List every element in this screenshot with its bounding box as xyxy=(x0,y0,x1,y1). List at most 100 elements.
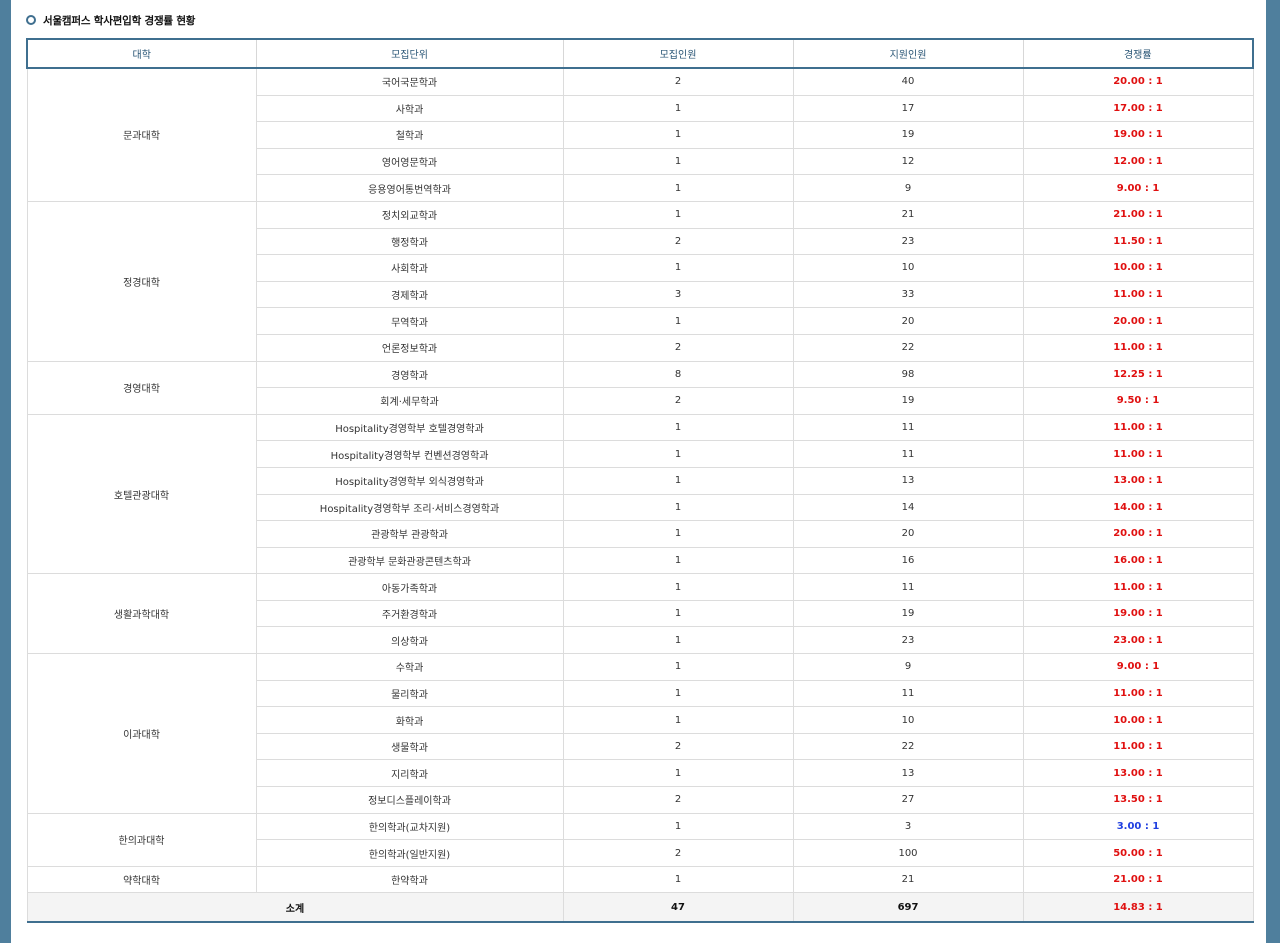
college-cell: 정경대학 xyxy=(26,200,257,362)
total-ratio: 14.83 : 1 xyxy=(1022,892,1254,924)
quota-cell: 1 xyxy=(562,653,794,681)
applicants-cell: 20 xyxy=(792,307,1024,335)
quota-cell: 1 xyxy=(562,679,794,708)
quota-cell: 1 xyxy=(562,573,794,601)
applicants-cell: 11 xyxy=(792,440,1024,468)
table-row: 이과대학 수학과 1 9 9.00 : 1 xyxy=(26,653,1254,814)
ratio-cell: 16.00 : 1 xyxy=(1022,546,1254,575)
applicants-cell: 19 xyxy=(792,599,1024,628)
column-header-unit: 모집단위 xyxy=(255,38,564,69)
quota-cell: 2 xyxy=(562,732,794,761)
applicants-cell: 16 xyxy=(792,546,1024,575)
unit-cell: 언론정보학과 xyxy=(255,333,564,362)
ratio-cell: 20.00 : 1 xyxy=(1022,520,1254,548)
unit-cell: 국어국문학과 xyxy=(255,67,564,96)
quota-cell: 1 xyxy=(562,626,794,655)
table-row: 경영대학 경영학과 8 98 12.25 : 1 xyxy=(26,360,1254,415)
applicants-cell: 11 xyxy=(792,413,1024,442)
ratio-cell: 13.50 : 1 xyxy=(1022,786,1254,814)
unit-cell: 의상학과 xyxy=(255,626,564,655)
unit-cell: 한의학과(일반지원) xyxy=(255,839,564,867)
circle-bullet-icon xyxy=(26,15,36,25)
applicants-cell: 27 xyxy=(792,786,1024,814)
unit-cell: 영어영문학과 xyxy=(255,147,564,176)
quota-cell: 2 xyxy=(562,839,794,867)
table-body: 문과대학 국어국문학과 2 40 20.00 : 1 사학과 1 17 17.00 : 1 철학과… xyxy=(26,67,1254,894)
quota-cell: 1 xyxy=(562,94,794,123)
unit-cell: Hospitality경영학부 컨벤션경영학과 xyxy=(255,440,564,468)
quota-cell: 1 xyxy=(562,520,794,548)
unit-cell: 경영학과 xyxy=(255,360,564,389)
applicants-cell: 40 xyxy=(792,67,1024,96)
ratio-cell: 9.00 : 1 xyxy=(1022,174,1254,202)
ratio-cell: 19.00 : 1 xyxy=(1022,599,1254,628)
unit-cell: 경제학과 xyxy=(255,280,564,309)
ratio-cell: 17.00 : 1 xyxy=(1022,94,1254,123)
applicants-cell: 3 xyxy=(792,812,1024,841)
ratio-cell: 10.00 : 1 xyxy=(1022,706,1254,734)
quota-cell: 2 xyxy=(562,227,794,256)
ratio-cell: 21.00 : 1 xyxy=(1022,200,1254,229)
ratio-cell: 12.00 : 1 xyxy=(1022,147,1254,176)
applicants-cell: 13 xyxy=(792,759,1024,788)
table-footer: 소계 47 697 14.83 : 1 xyxy=(26,892,1254,924)
college-cell: 약학대학 xyxy=(26,865,257,894)
unit-cell: 한의학과(교차지원) xyxy=(255,812,564,841)
applicants-cell: 19 xyxy=(792,121,1024,149)
applicants-cell: 14 xyxy=(792,493,1024,522)
applicants-cell: 100 xyxy=(792,839,1024,867)
applicants-cell: 19 xyxy=(792,387,1024,415)
unit-cell: 정보디스플레이학과 xyxy=(255,786,564,814)
applicants-cell: 12 xyxy=(792,147,1024,176)
content-panel: 서울캠퍼스 학사편입학 경쟁률 현황 대학 모집단위 모집인원 지원인원 경쟁률… xyxy=(11,0,1266,943)
table-row: 생활과학대학 아동가족학과 1 11 11.00 : 1 xyxy=(26,573,1254,655)
unit-cell: Hospitality경영학부 외식경영학과 xyxy=(255,466,564,495)
college-cell: 문과대학 xyxy=(26,67,257,202)
quota-cell: 2 xyxy=(562,786,794,814)
applicants-cell: 98 xyxy=(792,360,1024,389)
table-row: 호텔관광대학 Hospitality경영학부 호텔경영학과 1 11 11.00 : 1 xyxy=(26,413,1254,575)
quota-cell: 2 xyxy=(562,387,794,415)
quota-cell: 1 xyxy=(562,121,794,149)
ratio-cell: 11.00 : 1 xyxy=(1022,732,1254,761)
applicants-cell: 20 xyxy=(792,520,1024,548)
total-quota: 47 xyxy=(562,892,794,924)
quota-cell: 2 xyxy=(562,333,794,362)
quota-cell: 1 xyxy=(562,307,794,335)
ratio-cell: 12.25 : 1 xyxy=(1022,360,1254,389)
unit-cell: 사학과 xyxy=(255,94,564,123)
quota-cell: 1 xyxy=(562,440,794,468)
unit-cell: 사회학과 xyxy=(255,254,564,282)
quota-cell: 1 xyxy=(562,200,794,229)
quota-cell: 1 xyxy=(562,812,794,841)
ratio-cell: 13.00 : 1 xyxy=(1022,466,1254,495)
column-header-ratio: 경쟁률 xyxy=(1022,38,1254,69)
quota-cell: 1 xyxy=(562,865,794,894)
ratio-cell: 20.00 : 1 xyxy=(1022,67,1254,96)
header-row: 대학 모집단위 모집인원 지원인원 경쟁률 xyxy=(26,38,1254,69)
unit-cell: 관광학부 문화관광콘텐츠학과 xyxy=(255,546,564,575)
total-applicants: 697 xyxy=(792,892,1024,924)
quota-cell: 1 xyxy=(562,413,794,442)
applicants-cell: 9 xyxy=(792,653,1024,681)
applicants-cell: 33 xyxy=(792,280,1024,309)
applicants-cell: 10 xyxy=(792,254,1024,282)
unit-cell: 아동가족학과 xyxy=(255,573,564,601)
quota-cell: 1 xyxy=(562,599,794,628)
applicants-cell: 22 xyxy=(792,732,1024,761)
quota-cell: 1 xyxy=(562,546,794,575)
ratio-cell: 10.00 : 1 xyxy=(1022,254,1254,282)
college-cell: 생활과학대학 xyxy=(26,573,257,655)
applicants-cell: 23 xyxy=(792,227,1024,256)
total-label: 소계 xyxy=(26,892,564,924)
unit-cell: 생물학과 xyxy=(255,732,564,761)
applicants-cell: 22 xyxy=(792,333,1024,362)
applicants-cell: 13 xyxy=(792,466,1024,495)
unit-cell: 철학과 xyxy=(255,121,564,149)
applicants-cell: 11 xyxy=(792,679,1024,708)
applicants-cell: 10 xyxy=(792,706,1024,734)
table-header: 대학 모집단위 모집인원 지원인원 경쟁률 xyxy=(26,38,1254,69)
unit-cell: 주거환경학과 xyxy=(255,599,564,628)
quota-cell: 1 xyxy=(562,493,794,522)
ratio-cell: 20.00 : 1 xyxy=(1022,307,1254,335)
